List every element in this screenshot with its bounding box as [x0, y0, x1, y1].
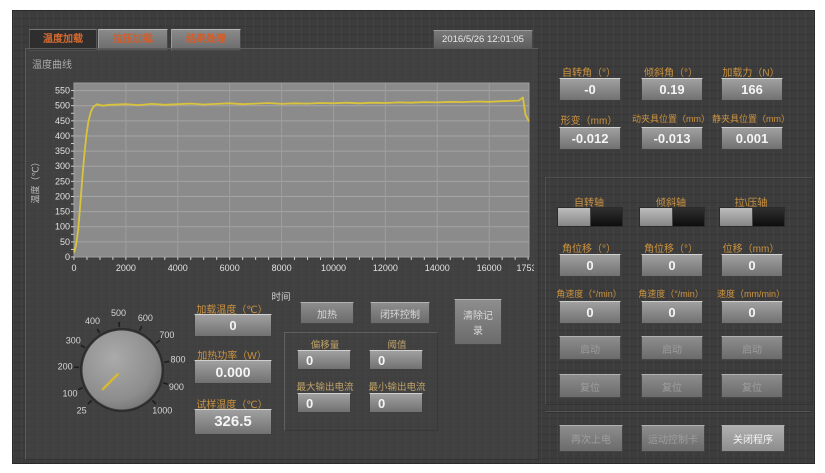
load-force-label: 加载力（N）: [715, 64, 787, 79]
heat-button[interactable]: 加热: [300, 302, 354, 324]
heat-power-value: 0.000: [194, 360, 272, 384]
tension-displacement-field[interactable]: 0: [721, 254, 783, 277]
pid-groupbox: 偏移量 0 阈值 0 最大输出电流 0 最小输出电流 0: [284, 332, 438, 431]
temperature-panel: 温度曲线 05010015020025030035040045050055002…: [25, 48, 539, 460]
tilt-angle-value: 0.19: [641, 78, 703, 101]
svg-text:450: 450: [55, 116, 70, 126]
svg-text:500: 500: [111, 308, 126, 318]
rotation-reset-button[interactable]: 复位: [559, 374, 621, 398]
max-output-current-field[interactable]: 0: [297, 393, 351, 413]
rotation-speed-label: 角速度（°/min）: [549, 287, 629, 300]
tension-start-button[interactable]: 启动: [721, 336, 783, 360]
svg-text:400: 400: [55, 131, 70, 141]
svg-text:700: 700: [159, 330, 174, 340]
toggle-knob: [558, 208, 591, 226]
moving-clamp-position-value: -0.013: [641, 127, 703, 150]
toggle-knob: [640, 208, 673, 226]
tension-speed-label: 速度（mm/min）: [711, 287, 791, 300]
svg-text:100: 100: [63, 388, 78, 398]
toggle-track: [753, 208, 785, 226]
min-output-current-label: 最小输出电流: [363, 379, 431, 393]
tilt-displacement-field[interactable]: 0: [641, 254, 703, 277]
svg-text:200: 200: [58, 362, 73, 372]
svg-text:4000: 4000: [168, 263, 188, 273]
footer-divider: [545, 411, 811, 413]
closed-loop-control-button[interactable]: 闭环控制: [370, 302, 430, 324]
svg-text:250: 250: [55, 176, 70, 186]
svg-text:350: 350: [55, 146, 70, 156]
screenshot-stage: 温度加载 拉压加载 结果处理 2016/5/26 12:01:05 温度曲线 0…: [0, 0, 825, 473]
toggle-knob: [720, 208, 753, 226]
svg-text:25: 25: [77, 405, 87, 415]
set-temp-field[interactable]: 0: [194, 314, 272, 337]
temperature-chart: 0 50 100 150 200 250 300 350 400 450 500 550 0 2000 40…: [34, 79, 534, 289]
static-clamp-position-label: 静夹具位置（mm）: [709, 112, 793, 125]
clear-record-button[interactable]: 清除记录: [454, 299, 502, 345]
toggle-track: [591, 208, 623, 226]
max-output-current-label: 最大输出电流: [291, 379, 359, 393]
tension-reset-button[interactable]: 复位: [721, 374, 783, 398]
tilt-angle-label: 倾斜角（°）: [635, 64, 707, 79]
svg-text:12000: 12000: [373, 263, 398, 273]
svg-text:1000: 1000: [152, 405, 172, 415]
timestamp-display: 2016/5/26 12:01:05: [433, 30, 533, 49]
chart-title: 温度曲线: [32, 56, 72, 71]
svg-text:0: 0: [71, 263, 76, 273]
rotation-displacement-field[interactable]: 0: [559, 254, 621, 277]
static-clamp-position-value: 0.001: [721, 127, 783, 150]
tension-speed-field[interactable]: 0: [721, 301, 783, 324]
min-output-current-field[interactable]: 0: [369, 393, 423, 413]
tilt-speed-label: 角速度（°/min）: [631, 287, 711, 300]
svg-text:16000: 16000: [477, 263, 502, 273]
tilt-axis-toggle[interactable]: [639, 207, 705, 227]
rotation-angle-value: -0: [559, 78, 621, 101]
svg-text:150: 150: [55, 207, 70, 217]
svg-text:10000: 10000: [321, 263, 346, 273]
tilt-start-button[interactable]: 启动: [641, 336, 703, 360]
rotation-speed-field[interactable]: 0: [559, 301, 621, 324]
svg-text:2000: 2000: [116, 263, 136, 273]
motion-card-button[interactable]: 运动控制卡: [641, 425, 705, 452]
offset-field[interactable]: 0: [297, 350, 351, 370]
deformation-value: -0.012: [559, 127, 621, 150]
svg-text:17535: 17535: [516, 263, 534, 273]
svg-text:300: 300: [55, 161, 70, 171]
close-program-button[interactable]: 关闭程序: [721, 425, 785, 452]
tension-displacement-label: 位移（mm）: [715, 240, 787, 255]
threshold-label: 阈值: [367, 337, 427, 351]
load-force-value: 166: [721, 78, 783, 101]
tilt-reset-button[interactable]: 复位: [641, 374, 703, 398]
offset-label: 偏移量: [295, 337, 355, 351]
toggle-track: [673, 208, 705, 226]
svg-text:550: 550: [55, 86, 70, 96]
svg-text:400: 400: [85, 316, 100, 326]
tilt-speed-field[interactable]: 0: [641, 301, 703, 324]
app-window: 温度加载 拉压加载 结果处理 2016/5/26 12:01:05 温度曲线 0…: [12, 10, 815, 464]
svg-text:900: 900: [169, 382, 184, 392]
chart-y-axis-label: 温度（℃）: [29, 146, 42, 216]
svg-text:8000: 8000: [272, 263, 292, 273]
rotation-angle-label: 自转角（°）: [553, 64, 625, 79]
deformation-label: 形变（mm）: [553, 112, 625, 127]
rotation-displacement-label: 角位移（°）: [553, 240, 625, 255]
temperature-knob[interactable]: 25 100 200 300 400 500 600 700 800 900 1000: [48, 300, 200, 448]
svg-text:50: 50: [60, 237, 70, 247]
tension-axis-toggle[interactable]: [719, 207, 785, 227]
svg-text:0: 0: [65, 252, 70, 262]
svg-text:600: 600: [138, 313, 153, 323]
moving-clamp-position-label: 动夹具位置（mm）: [627, 112, 715, 125]
rotation-start-button[interactable]: 启动: [559, 336, 621, 360]
svg-text:300: 300: [66, 336, 81, 346]
svg-text:100: 100: [55, 222, 70, 232]
sample-temp-value: 326.5: [194, 409, 272, 435]
svg-text:200: 200: [55, 191, 70, 201]
tilt-displacement-label: 角位移（°）: [635, 240, 707, 255]
rotation-axis-toggle[interactable]: [557, 207, 623, 227]
svg-text:6000: 6000: [220, 263, 240, 273]
repower-button[interactable]: 再次上电: [559, 425, 623, 452]
svg-text:500: 500: [55, 101, 70, 111]
threshold-field[interactable]: 0: [369, 350, 423, 370]
svg-text:800: 800: [171, 355, 186, 365]
svg-text:14000: 14000: [425, 263, 450, 273]
